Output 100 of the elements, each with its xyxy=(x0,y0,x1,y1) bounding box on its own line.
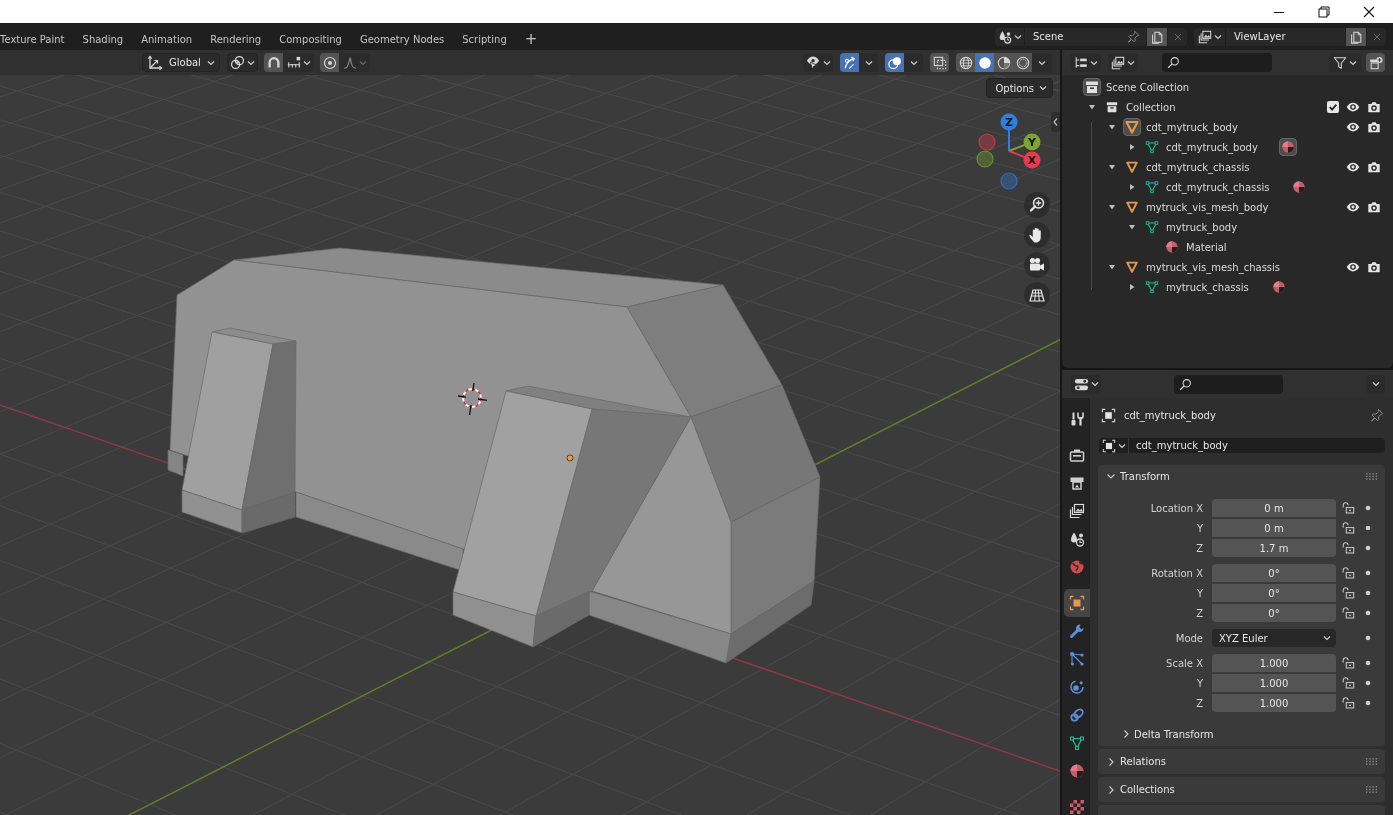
chevron-right-icon[interactable] xyxy=(1106,756,1116,767)
number-field[interactable]: 1.7 m xyxy=(1212,539,1336,557)
disclosure-triangle-icon[interactable] xyxy=(1108,163,1116,171)
keyframe-dot-icon[interactable] xyxy=(1365,545,1371,551)
options-dropdown[interactable]: Options xyxy=(986,78,1053,98)
eye-icon[interactable] xyxy=(1346,260,1360,274)
number-field[interactable]: 0 m xyxy=(1212,499,1336,517)
proportional-edit-toggle[interactable] xyxy=(320,53,339,72)
xray-toggle[interactable] xyxy=(930,53,949,72)
ball-icon[interactable] xyxy=(1165,240,1179,254)
view-layer-menu-button[interactable] xyxy=(1194,27,1225,46)
outliner-item[interactable]: Material xyxy=(1186,239,1227,255)
padlock-open-icon[interactable] xyxy=(1341,501,1355,515)
restore-icon[interactable] xyxy=(1318,5,1330,18)
drag-handle-icon[interactable] xyxy=(1366,472,1377,480)
padlock-open-icon[interactable] xyxy=(1341,586,1355,600)
scene-menu-button[interactable] xyxy=(995,27,1024,46)
outliner-item[interactable]: mytruck_body xyxy=(1166,219,1238,235)
keyframe-dot-icon[interactable] xyxy=(1365,505,1371,511)
duplicate-button[interactable] xyxy=(1346,27,1366,46)
properties-tab[interactable] xyxy=(1064,589,1090,617)
axis-handle[interactable]: Y xyxy=(1023,133,1041,151)
disclosure-triangle-icon[interactable] xyxy=(1128,283,1136,291)
vertex-triangle-icon[interactable] xyxy=(1145,280,1159,294)
filter-dropdown[interactable] xyxy=(1329,53,1361,72)
vertex-triangle-icon[interactable] xyxy=(1145,180,1159,194)
drag-handle-icon[interactable] xyxy=(1366,758,1377,765)
padlock-open-icon[interactable] xyxy=(1341,566,1355,580)
ball-icon[interactable] xyxy=(1271,280,1286,294)
gizmos-dropdown[interactable] xyxy=(859,53,878,72)
disclosure-triangle-icon[interactable] xyxy=(1128,223,1136,231)
object-menu-button[interactable] xyxy=(1099,438,1129,453)
disclosure-triangle-icon[interactable] xyxy=(1108,123,1116,131)
pin-icon[interactable] xyxy=(1127,30,1140,43)
triangle-icon[interactable] xyxy=(1125,200,1139,214)
keyframe-dot-icon[interactable] xyxy=(1365,525,1371,531)
storage-box-icon[interactable] xyxy=(1083,78,1101,96)
falloff-dropdown[interactable] xyxy=(339,53,370,72)
panel-header[interactable]: Relations xyxy=(1098,749,1385,774)
shading-button[interactable] xyxy=(994,53,1013,72)
workspace-tab[interactable]: Animation xyxy=(132,28,202,50)
duplicate-button[interactable] xyxy=(1147,27,1167,46)
camera-icon[interactable] xyxy=(1367,260,1381,274)
options-dropdown[interactable] xyxy=(1366,374,1385,394)
editor-type-dropdown[interactable] xyxy=(1071,374,1101,394)
axis-ball-icon[interactable] xyxy=(976,150,994,168)
shading-button[interactable] xyxy=(1013,53,1032,72)
outliner-item[interactable]: cdt_mytruck_chassis xyxy=(1166,179,1270,195)
disclosure-triangle-icon[interactable] xyxy=(1088,103,1096,111)
pivot-dropdown[interactable] xyxy=(227,53,258,72)
keyframe-dot-icon[interactable] xyxy=(1365,610,1371,616)
chevron-down-icon[interactable] xyxy=(1106,471,1116,481)
gizmos-toggle[interactable] xyxy=(840,53,859,72)
workspace-tab[interactable]: Scripting xyxy=(453,28,516,50)
disclosure-triangle-icon[interactable] xyxy=(1108,263,1116,271)
outliner-item[interactable]: cdt_mytruck_chassis xyxy=(1146,159,1250,175)
pin-icon[interactable] xyxy=(1370,408,1384,422)
view-layer-name-field[interactable]: ViewLayer xyxy=(1226,27,1345,46)
close-icon[interactable] xyxy=(1363,5,1375,18)
workspace-tab[interactable]: Compositing xyxy=(270,28,351,50)
orientation-dropdown[interactable]: Global xyxy=(142,53,220,72)
chevron-right-icon[interactable] xyxy=(1106,784,1116,795)
outliner-item[interactable]: cdt_mytruck_body xyxy=(1166,139,1258,155)
outliner-item[interactable]: mytruck_chassis xyxy=(1166,279,1249,295)
storage-box-icon[interactable] xyxy=(1105,100,1119,114)
vertex-triangle-icon[interactable] xyxy=(1145,220,1159,234)
view-layer-dropdown[interactable] xyxy=(1108,53,1138,72)
number-field[interactable]: 0° xyxy=(1212,584,1336,602)
number-field[interactable]: 1.000 xyxy=(1212,674,1336,692)
padlock-open-icon[interactable] xyxy=(1341,606,1355,620)
eye-icon[interactable] xyxy=(1346,120,1360,134)
outliner-item[interactable]: Scene Collection xyxy=(1106,79,1190,95)
vertex-triangle-icon[interactable] xyxy=(1145,140,1159,154)
grid-icon[interactable] xyxy=(1024,282,1050,308)
disclosure-triangle-icon[interactable] xyxy=(1128,143,1136,151)
axis-handle[interactable]: X xyxy=(1023,151,1041,169)
workspace-tab[interactable]: Texture Paint xyxy=(0,28,74,50)
padlock-open-icon[interactable] xyxy=(1341,656,1355,670)
checkbox[interactable] xyxy=(1327,101,1339,113)
hand-icon[interactable] xyxy=(1024,222,1050,248)
chevron-left-icon[interactable] xyxy=(1051,112,1060,132)
shading-button[interactable] xyxy=(975,53,994,72)
number-field[interactable]: 0° xyxy=(1212,604,1336,622)
triangle-icon[interactable] xyxy=(1125,260,1139,274)
camera-icon[interactable] xyxy=(1367,120,1381,134)
triangle-icon[interactable] xyxy=(1123,118,1141,136)
padlock-open-icon[interactable] xyxy=(1341,521,1355,535)
keyframe-dot-icon[interactable] xyxy=(1365,590,1371,596)
workspace-tab[interactable]: Shading xyxy=(73,28,133,50)
scene-name-field[interactable]: Scene xyxy=(1025,27,1146,46)
number-field[interactable]: 0 m xyxy=(1212,519,1336,537)
ball-icon[interactable] xyxy=(1292,180,1307,194)
eye-icon[interactable] xyxy=(1346,100,1360,114)
object-name-field[interactable]: cdt_mytruck_body xyxy=(1129,438,1385,453)
padlock-open-icon[interactable] xyxy=(1341,696,1355,710)
add-workspace-button[interactable]: + xyxy=(515,28,547,50)
disclosure-triangle-icon[interactable] xyxy=(1128,183,1136,191)
new-collection-button[interactable] xyxy=(1366,53,1385,72)
camera-icon[interactable] xyxy=(1367,100,1381,114)
axis-handle[interactable]: Z xyxy=(1000,113,1018,131)
